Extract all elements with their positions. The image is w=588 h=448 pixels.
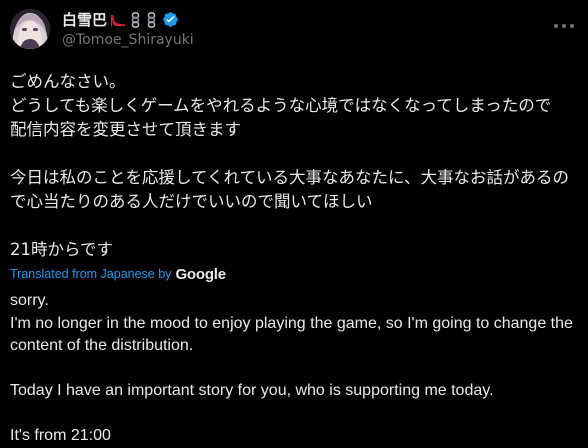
tweet: 白雪巴 @Tomoe_Shirayuki ごめんなさい。 どうしても楽しくゲーム… [0,0,588,444]
high-heel-icon [110,12,126,28]
translated-label[interactable]: Translated from Japanese by [10,267,171,281]
display-name-row[interactable]: 白雪巴 [62,10,194,30]
tweet-header: 白雪巴 @Tomoe_Shirayuki [10,6,194,52]
chain-icon [129,11,142,28]
author-names: 白雪巴 @Tomoe_Shirayuki [62,10,194,49]
avatar[interactable] [10,9,50,49]
verified-badge-icon[interactable] [162,11,179,28]
google-logo: Google [175,265,226,283]
chain-icon [145,11,158,28]
handle[interactable]: @Tomoe_Shirayuki [62,31,194,49]
display-name[interactable]: 白雪巴 [62,10,107,30]
tweet-text-translated: sorry. I'm no longer in the mood to enjo… [10,292,573,444]
tweet-text-original: ごめんなさい。 どうしても楽しくゲームをやれるような心境ではなくなってしまったの… [10,72,570,259]
more-options-icon[interactable] [554,16,574,36]
translation-attribution: Translated from Japanese by Google [10,264,226,284]
